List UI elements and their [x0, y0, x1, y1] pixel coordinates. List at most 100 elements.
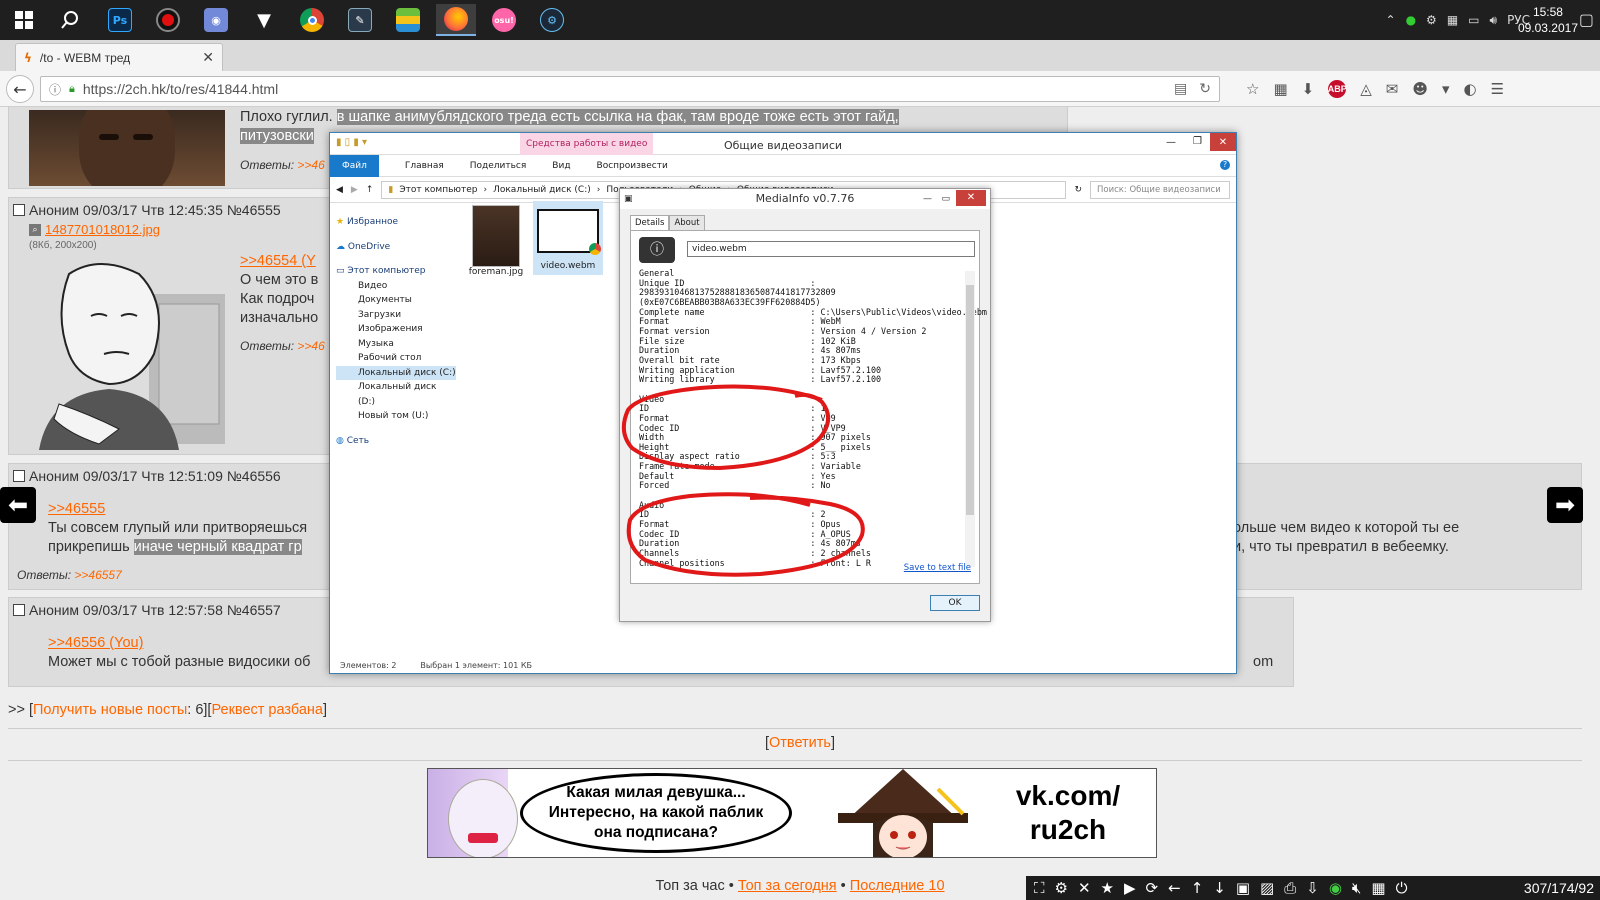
taskbar-steam[interactable]: ⚙: [532, 4, 572, 36]
ribbon-file[interactable]: Файл: [330, 154, 379, 177]
scrollbar-thumb[interactable]: [966, 285, 974, 515]
download-icon[interactable]: ⇩: [1306, 879, 1319, 897]
top-today-link[interactable]: Топ за сегодня: [738, 878, 837, 894]
taskbar-firefox[interactable]: [436, 4, 476, 36]
taskbar-osu[interactable]: osu!: [484, 4, 524, 36]
search-button[interactable]: [50, 4, 90, 36]
unban-request-link[interactable]: Реквест разбана: [211, 702, 323, 718]
chevron-up-icon[interactable]: ⌃: [1386, 13, 1396, 27]
green-status-icon[interactable]: ●: [1406, 13, 1416, 27]
url-bar[interactable]: ⓘ 🔒︎ https://2ch.hk/to/res/41844.html ▤ …: [40, 76, 1220, 102]
dollchan-logo-icon[interactable]: ⛶: [1034, 879, 1045, 897]
info-icon[interactable]: ⓘ: [49, 81, 61, 98]
file-video-webm[interactable]: video.webm: [533, 201, 603, 275]
nav-favorites[interactable]: ★ Избранное: [336, 215, 456, 230]
file-name-field[interactable]: video.webm: [687, 241, 975, 257]
path-segment[interactable]: Этот компьютер: [399, 185, 477, 195]
post-thumbnail-foreman[interactable]: [29, 110, 225, 186]
bookmarks-list-icon[interactable]: ▦: [1273, 80, 1287, 98]
explorer-search-input[interactable]: Поиск: Общие видеозаписи: [1090, 180, 1230, 199]
answer-link[interactable]: >>46: [297, 158, 324, 172]
ribbon-view[interactable]: Вид: [552, 161, 570, 171]
mediainfo-close-button[interactable]: ✕: [956, 190, 986, 206]
mute-icon[interactable]: 🔇︎: [1352, 879, 1361, 897]
play-icon[interactable]: ▶: [1124, 879, 1136, 897]
path-segment[interactable]: Локальный диск (C:): [493, 185, 591, 195]
tab-about[interactable]: About: [669, 215, 705, 231]
taskbar-recorder[interactable]: [148, 4, 188, 36]
gallery-icon[interactable]: ▣: [1236, 879, 1250, 897]
notifications-icon[interactable]: ▢: [1579, 10, 1594, 29]
prev-image-arrow[interactable]: ⬅: [0, 487, 36, 523]
mediainfo-minimize-button[interactable]: —: [923, 189, 932, 209]
network-tray-icon[interactable]: ▦: [1447, 13, 1458, 27]
menu-icon[interactable]: ☰: [1491, 80, 1504, 98]
close-x-icon[interactable]: ✕: [1078, 879, 1091, 897]
post-checkbox[interactable]: [13, 470, 25, 482]
nav-item-disk-c[interactable]: Локальный диск (C:): [336, 365, 456, 380]
post-checkbox[interactable]: [13, 604, 25, 616]
nav-item-documents[interactable]: Документы: [336, 293, 456, 308]
file-link[interactable]: 1487701018012.jpg: [45, 222, 160, 237]
explorer-back-icon[interactable]: ◀: [336, 185, 343, 195]
tab-details[interactable]: Details: [630, 215, 670, 231]
lock-icon[interactable]: 🔒︎: [69, 82, 75, 96]
nav-item-music[interactable]: Музыка: [336, 337, 456, 352]
reply-link[interactable]: >>46556 (You): [48, 635, 143, 651]
ribbon-share[interactable]: Поделиться: [470, 161, 527, 171]
volume-icon[interactable]: 🔊︎: [1490, 13, 1498, 28]
monitor-tray-icon[interactable]: ▭: [1468, 13, 1479, 27]
nav-item-downloads[interactable]: Загрузки: [336, 308, 456, 323]
eye-icon[interactable]: ◉: [1329, 879, 1342, 897]
reply-link[interactable]: >>46554 (Y: [240, 253, 316, 269]
start-button[interactable]: [4, 4, 44, 36]
taskbar-stylus-app[interactable]: ✎: [340, 4, 380, 36]
hide-posts-icon[interactable]: ▨: [1260, 879, 1274, 897]
arrow-left-icon[interactable]: ←: [1168, 879, 1181, 897]
vk-banner[interactable]: Какая милая девушка... Интересно, на как…: [427, 768, 1157, 858]
arrow-up-icon[interactable]: ↑: [1191, 879, 1204, 897]
reader-view-icon[interactable]: ▤: [1174, 81, 1187, 97]
grid-icon[interactable]: ▦: [1371, 879, 1385, 897]
tab-close-icon[interactable]: ✕: [202, 50, 214, 66]
nav-item-video[interactable]: Видео: [336, 279, 456, 294]
taskbar-bluestacks[interactable]: [388, 4, 428, 36]
mail-icon[interactable]: ✉: [1386, 80, 1399, 98]
explorer-close-button[interactable]: ✕: [1210, 133, 1236, 151]
save-icon[interactable]: ⎙: [1284, 879, 1296, 897]
explorer-up-icon[interactable]: ↑: [366, 185, 374, 195]
download-icon[interactable]: ⬇: [1302, 80, 1315, 98]
taskbar-fox-app[interactable]: ▼: [244, 4, 284, 36]
mediainfo-maximize-button[interactable]: ▭: [941, 189, 950, 209]
arrow-down-icon[interactable]: ↓: [1213, 879, 1226, 897]
answer-link[interactable]: >>46: [297, 339, 324, 353]
file-foreman[interactable]: foreman.jpg: [468, 205, 524, 277]
nav-item-disk-d[interactable]: Локальный диск (D:): [336, 380, 456, 409]
report-scrollbar[interactable]: [965, 271, 975, 567]
taskbar-photoshop[interactable]: Ps: [100, 4, 140, 36]
nav-this-pc[interactable]: ▭ Этот компьютер: [336, 264, 456, 279]
bookmark-star-icon[interactable]: ☆: [1246, 80, 1259, 98]
settings-gear-icon[interactable]: ⚙: [1055, 879, 1068, 897]
adblock-icon[interactable]: ABP: [1328, 80, 1347, 98]
reply-link[interactable]: >>46555: [48, 501, 105, 517]
ribbon-home[interactable]: Главная: [405, 161, 444, 171]
get-new-posts-link[interactable]: Получить новые посты: [33, 702, 187, 718]
taskbar-discord[interactable]: ◉: [196, 4, 236, 36]
save-to-text-link[interactable]: Save to text file: [904, 563, 971, 573]
refresh-icon[interactable]: ⟳: [1146, 879, 1159, 897]
explorer-minimize-button[interactable]: —: [1166, 137, 1176, 148]
nav-onedrive[interactable]: ☁ OneDrive: [336, 240, 456, 255]
steam-tray-icon[interactable]: ⚙: [1426, 13, 1437, 27]
overflow-chevron-icon[interactable]: ▾: [1442, 80, 1450, 98]
last-10-link[interactable]: Последние 10: [850, 878, 945, 894]
clock[interactable]: 15:58 09.03.2017: [1518, 4, 1578, 36]
next-image-arrow[interactable]: ➡: [1547, 487, 1583, 523]
answer-link[interactable]: >>46557: [74, 568, 121, 582]
nav-item-pictures[interactable]: Изображения: [336, 322, 456, 337]
back-button[interactable]: ←: [6, 75, 34, 103]
post-thumbnail-wojak[interactable]: [29, 254, 225, 450]
ribbon-play[interactable]: Воспроизвести: [597, 161, 668, 171]
browser-tab[interactable]: ϟ /to - WEBM тред ✕: [15, 43, 223, 71]
explorer-maximize-button[interactable]: ❐: [1193, 136, 1202, 147]
